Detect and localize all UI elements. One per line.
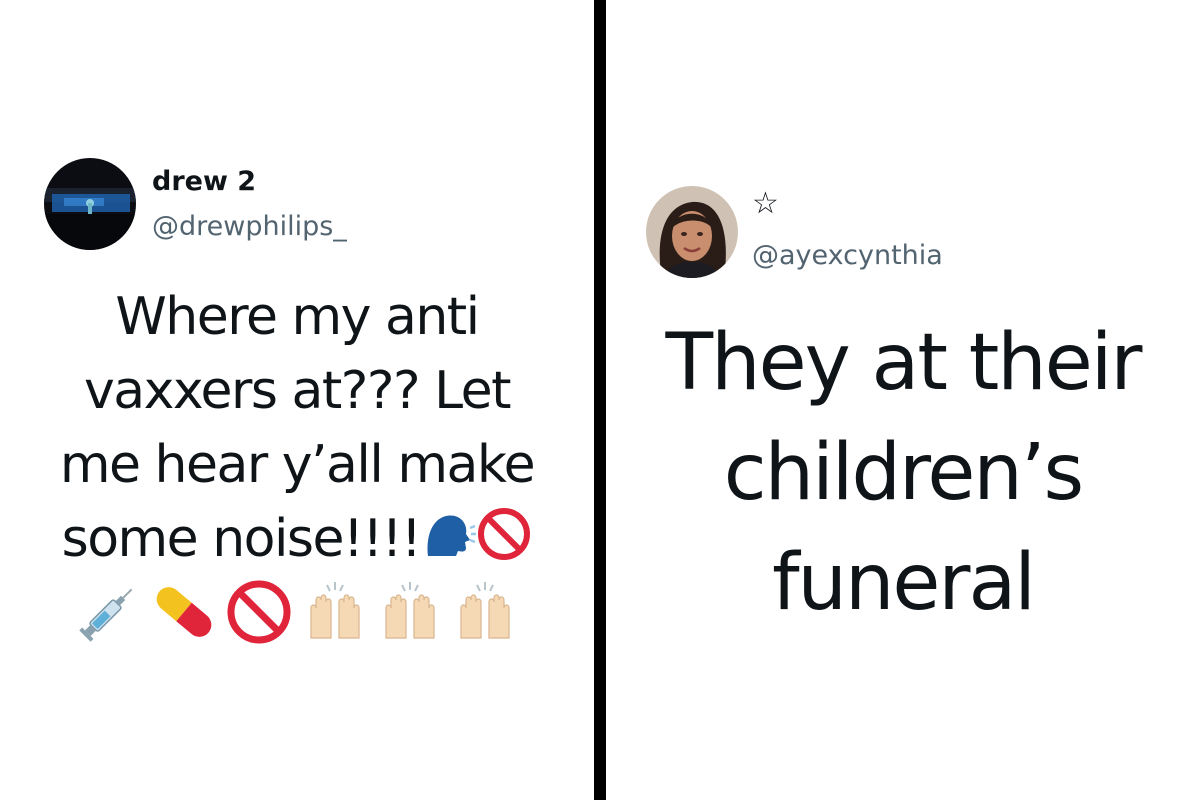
prohibited-icon [476,506,532,562]
tweet-text: They at their children’s funeral [606,308,1200,638]
right-tweet-card: ☆ @ayexcynthia They at their children’s … [606,0,1200,800]
tweet-text-line: They at their [665,318,1143,408]
tweet-text-line: children’s [723,428,1084,518]
prohibited-icon [225,578,293,646]
avatar[interactable] [44,158,136,250]
display-name[interactable]: ☆ [752,186,779,221]
syringe-icon [75,578,143,646]
pill-icon [150,578,218,646]
display-name[interactable]: drew 2 [152,166,256,197]
panel-divider [594,0,606,800]
tweet-text-line-with-emoji: some noise!!!! [10,502,584,576]
emoji-row [0,578,594,646]
raising-hands-icon [376,578,444,646]
speaking-head-icon [420,506,477,562]
left-tweet-card: drew 2 @drewphilips_ Where my anti vaxxe… [0,0,594,800]
tweet-text-line: some noise!!!! [61,509,422,569]
tweet-text-line: me hear y’all make [59,435,536,495]
user-handle[interactable]: @drewphilips_ [152,211,347,242]
raising-hands-icon [451,578,519,646]
meme-canvas: drew 2 @drewphilips_ Where my anti vaxxe… [0,0,1200,800]
user-handle[interactable]: @ayexcynthia [752,240,943,271]
tweet-text-line: Where my anti [115,287,480,347]
avatar[interactable] [646,186,738,278]
tweet-text-line: vaxxers at??? Let [83,361,512,421]
raising-hands-icon [301,578,369,646]
tweet-text-line: funeral [772,538,1036,628]
tweet-text: Where my anti vaxxers at??? Let me hear … [10,280,584,576]
